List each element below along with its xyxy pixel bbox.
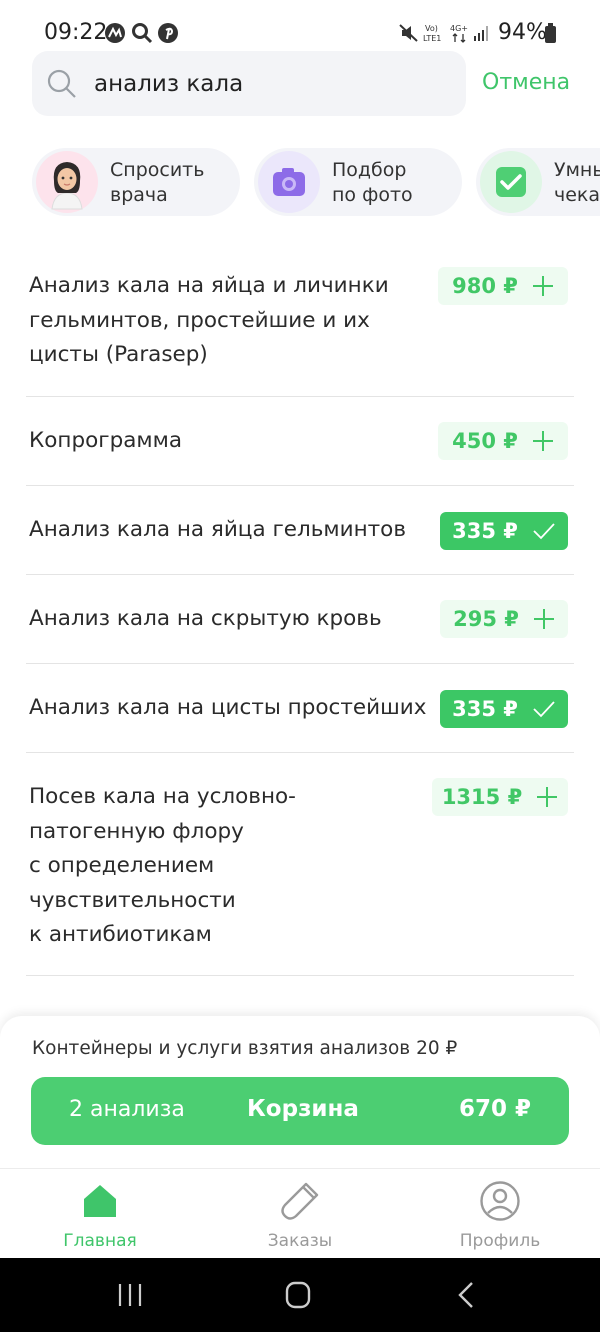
chip-label: Умны чека bbox=[554, 159, 600, 206]
battery-percent: 94% bbox=[498, 20, 547, 45]
test-name: Анализ кала на яйца и личинки гельминтов… bbox=[29, 273, 389, 367]
price-label: 1315 ₽ bbox=[441, 785, 523, 809]
svg-text:Vo): Vo) bbox=[425, 24, 438, 33]
status-time: 09:22 bbox=[44, 20, 108, 45]
plus-icon bbox=[532, 276, 553, 296]
results-list: Анализ кала на яйца и личинки гельминтов… bbox=[26, 250, 574, 976]
doctor-avatar bbox=[36, 151, 98, 213]
svg-text:4G+: 4G+ bbox=[450, 24, 468, 33]
price-label: 450 ₽ bbox=[452, 429, 518, 453]
recent-apps-button[interactable] bbox=[110, 1280, 150, 1310]
tab-orders[interactable]: Заказы bbox=[230, 1169, 370, 1259]
list-item[interactable]: Посев кала на условно- патогенную флору … bbox=[26, 753, 574, 976]
check-icon bbox=[533, 523, 555, 540]
cart-sheet: Контейнеры и услуги взятия анализов 20 ₽… bbox=[0, 1016, 600, 1168]
list-item[interactable]: Анализ кала на яйца и личинки гельминтов… bbox=[26, 250, 574, 397]
system-navigation-bar bbox=[0, 1258, 600, 1332]
tab-home[interactable]: Главная bbox=[30, 1169, 170, 1259]
tab-label: Главная bbox=[63, 1231, 137, 1251]
check-icon bbox=[533, 701, 555, 718]
list-item[interactable]: Анализ кала на яйца гельминтов 335 ₽ bbox=[26, 486, 574, 575]
test-name: Анализ кала на яйца гельминтов bbox=[29, 517, 406, 542]
chip-smart-checkups[interactable]: Умны чека bbox=[476, 148, 600, 216]
add-to-cart-button[interactable]: 1315 ₽ bbox=[432, 778, 568, 816]
chip-photo-selection[interactable]: Подбор по фото bbox=[254, 148, 462, 216]
test-name: Копрограмма bbox=[29, 428, 183, 453]
camera-icon bbox=[258, 151, 320, 213]
price-label: 335 ₽ bbox=[452, 519, 518, 543]
price-label: 335 ₽ bbox=[452, 697, 518, 721]
price-label: 980 ₽ bbox=[452, 274, 518, 298]
price-label: 295 ₽ bbox=[453, 607, 519, 631]
test-tube-icon bbox=[280, 1181, 320, 1221]
home-icon bbox=[80, 1181, 120, 1221]
search-icon bbox=[46, 68, 78, 104]
chip-label: Подбор по фото bbox=[332, 159, 413, 206]
checkbox-icon bbox=[480, 151, 542, 213]
search-bar[interactable] bbox=[32, 51, 466, 116]
cart-title: Корзина bbox=[247, 1096, 359, 1122]
list-item[interactable]: Анализ кала на скрытую кровь 295 ₽ bbox=[26, 575, 574, 664]
search-input[interactable] bbox=[94, 61, 454, 106]
chip-ask-doctor[interactable]: Спросить врача bbox=[32, 148, 240, 216]
cart-total: 670 ₽ bbox=[458, 1096, 531, 1122]
profile-icon bbox=[480, 1181, 520, 1221]
add-to-cart-button[interactable]: 295 ₽ bbox=[440, 600, 568, 638]
search-notification-icon bbox=[131, 22, 153, 44]
volte-icon: Vo) LTE1 bbox=[423, 22, 449, 44]
app-notification-icon bbox=[104, 22, 126, 44]
4g-icon: 4G+ bbox=[449, 22, 471, 44]
containers-note: Контейнеры и услуги взятия анализов 20 ₽ bbox=[32, 1038, 458, 1059]
quick-actions: Спросить врача Подбор по фото Умны чека bbox=[0, 148, 600, 218]
mute-icon bbox=[398, 22, 420, 44]
pinterest-icon bbox=[157, 22, 179, 44]
list-item[interactable]: Копрограмма 450 ₽ bbox=[26, 397, 574, 486]
add-to-cart-button[interactable]: 980 ₽ bbox=[438, 267, 568, 305]
plus-icon bbox=[532, 431, 553, 451]
battery-icon bbox=[544, 22, 558, 44]
signal-icon bbox=[472, 22, 494, 44]
test-name: Анализ кала на скрытую кровь bbox=[29, 606, 382, 631]
list-item[interactable]: Анализ кала на цисты простейших 335 ₽ bbox=[26, 664, 574, 753]
cart-count: 2 анализа bbox=[69, 1097, 185, 1122]
test-name: Анализ кала на цисты простейших bbox=[29, 695, 427, 720]
in-cart-button[interactable]: 335 ₽ bbox=[440, 690, 568, 728]
cancel-button[interactable]: Отмена bbox=[482, 70, 570, 95]
cart-button[interactable]: 2 анализа Корзина 670 ₽ bbox=[31, 1077, 569, 1145]
plus-icon bbox=[537, 787, 558, 807]
bottom-tab-bar: Главная Заказы Профиль bbox=[0, 1168, 600, 1258]
home-button[interactable] bbox=[278, 1280, 318, 1310]
test-name: Посев кала на условно- патогенную флору … bbox=[29, 784, 296, 947]
tab-label: Заказы bbox=[267, 1231, 333, 1251]
in-cart-button[interactable]: 335 ₽ bbox=[440, 512, 568, 550]
back-button[interactable] bbox=[446, 1280, 486, 1310]
tab-label: Профиль bbox=[459, 1231, 541, 1251]
tab-profile[interactable]: Профиль bbox=[430, 1169, 570, 1259]
plus-icon bbox=[533, 609, 554, 629]
svg-text:LTE1: LTE1 bbox=[423, 34, 441, 43]
add-to-cart-button[interactable]: 450 ₽ bbox=[438, 422, 568, 460]
chip-label: Спросить врача bbox=[110, 159, 205, 206]
